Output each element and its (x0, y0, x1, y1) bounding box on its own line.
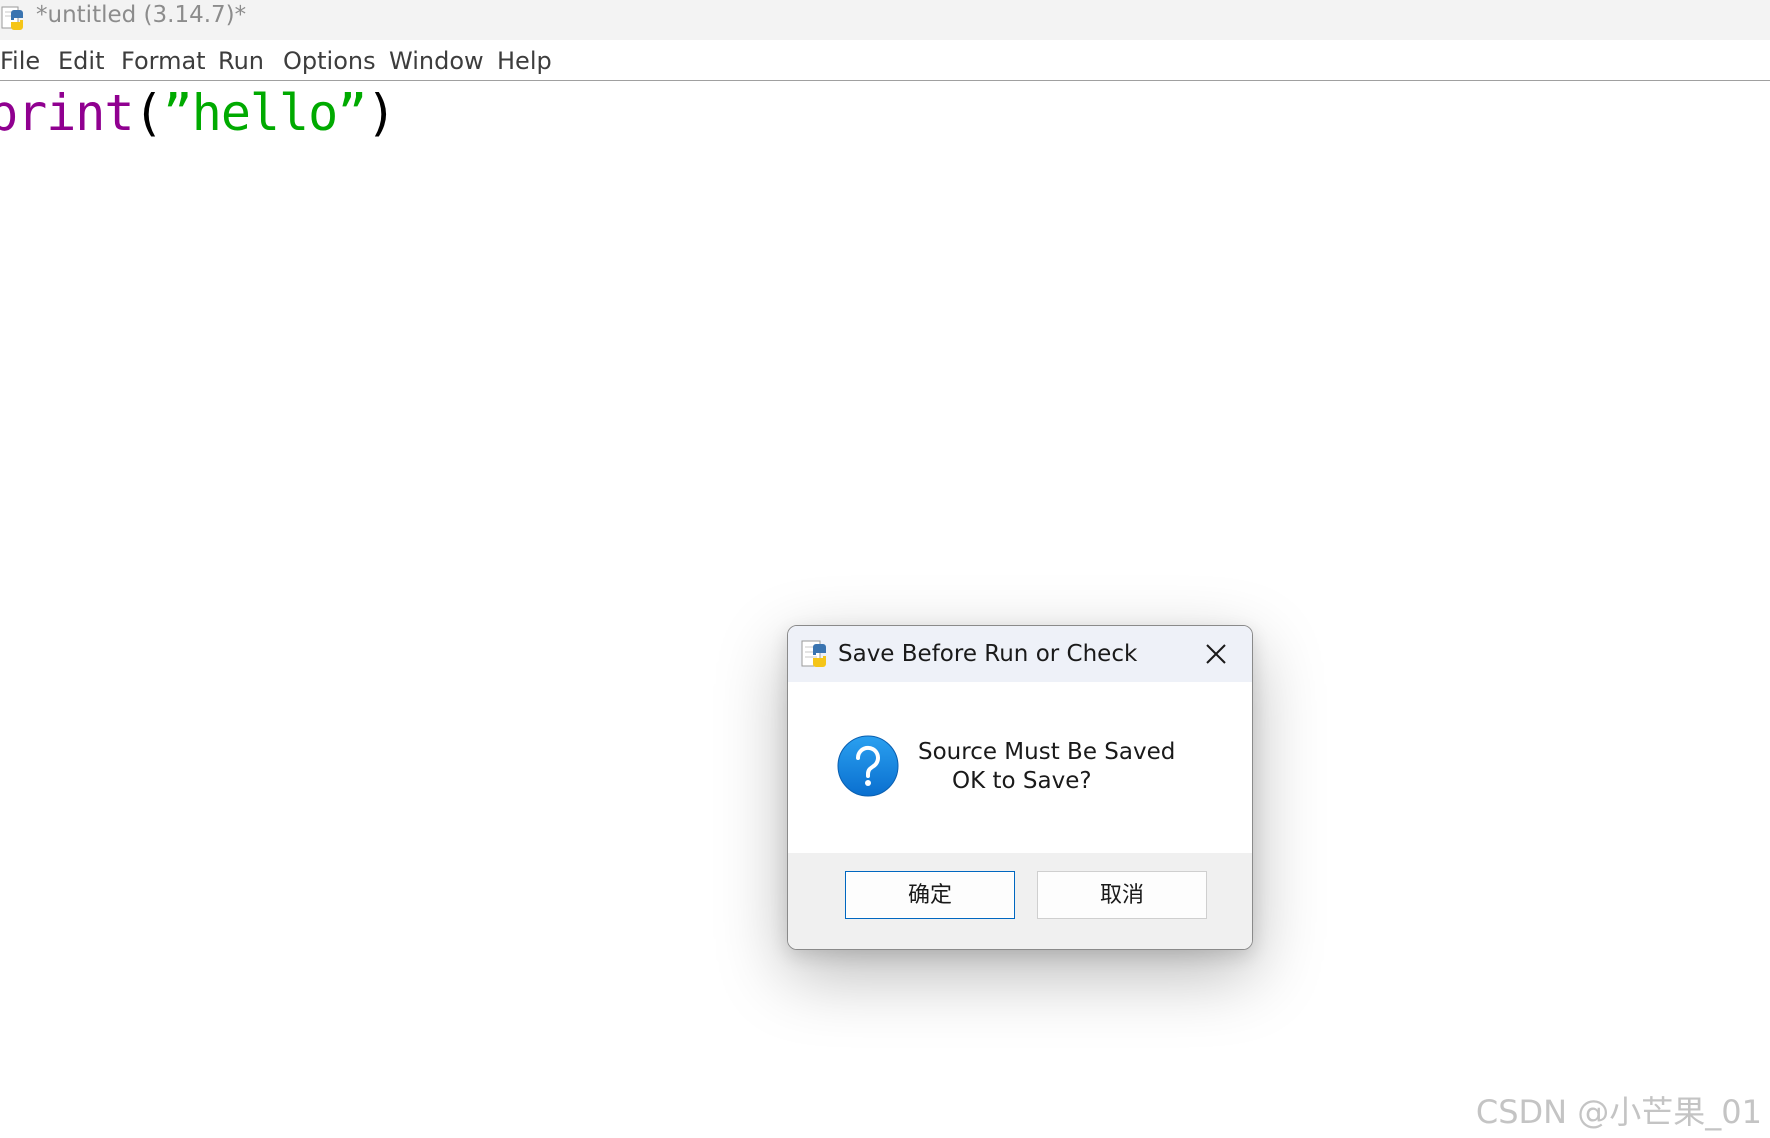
menu-file[interactable]: File (0, 46, 40, 76)
watermark: CSDN @小芒果_01 (1475, 1093, 1762, 1131)
menu-options[interactable]: Options (283, 46, 376, 76)
code-token-builtin: print (0, 84, 135, 142)
dialog-message-line2: OK to Save? (952, 768, 1092, 794)
python-idle-icon (1, 6, 23, 30)
menu-window[interactable]: Window (389, 46, 484, 76)
menu-run[interactable]: Run (218, 46, 264, 76)
menu-edit[interactable]: Edit (58, 46, 104, 76)
close-icon[interactable] (1202, 640, 1230, 668)
dialog-body: Source Must Be Saved OK to Save? (788, 682, 1252, 853)
window-title: *untitled (3.14.7)* (36, 2, 247, 28)
python-idle-icon (801, 640, 826, 667)
menu-help[interactable]: Help (497, 46, 552, 76)
menu-bar: File Edit Format Run Options Window Help (0, 40, 1770, 81)
ok-button[interactable]: 确定 (845, 871, 1015, 919)
cancel-button[interactable]: 取消 (1037, 871, 1207, 919)
save-dialog: Save Before Run or Check Source Must Be … (787, 625, 1253, 950)
menu-format[interactable]: Format (121, 46, 206, 76)
dialog-titlebar[interactable]: Save Before Run or Check (788, 626, 1252, 682)
dialog-title: Save Before Run or Check (838, 641, 1138, 667)
code-token-close-paren: ) (366, 84, 396, 142)
question-icon (837, 735, 899, 797)
code-token-open-paren: ( (133, 84, 164, 142)
code-token-string: ”hello” (162, 84, 368, 142)
code-line[interactable]: print(”hello”) (0, 81, 396, 145)
code-editor[interactable]: print(”hello”) (0, 81, 1770, 1138)
dialog-message-line1: Source Must Be Saved (918, 739, 1176, 765)
window-titlebar: *untitled (3.14.7)* (0, 0, 1770, 40)
